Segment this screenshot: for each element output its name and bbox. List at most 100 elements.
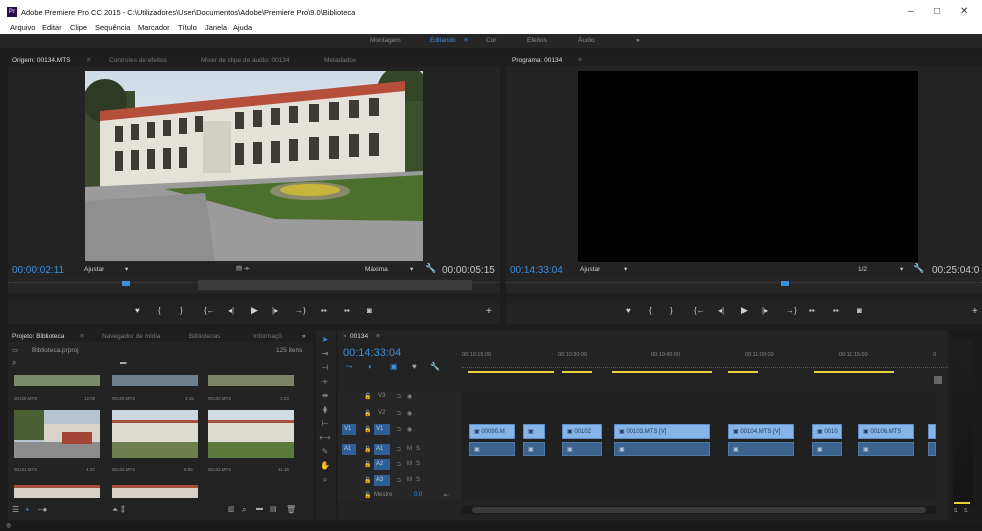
program-time-ruler[interactable] <box>506 278 982 293</box>
menu-ajuda[interactable]: Ajuda <box>233 23 252 32</box>
sync-lock-icon[interactable]: ⊐ <box>396 393 401 400</box>
thumbnail-00130[interactable] <box>208 375 294 386</box>
search-icon[interactable]: ⌕ <box>12 358 16 368</box>
lock-icon[interactable]: 🔓 <box>364 477 371 484</box>
workspace-menu-icon[interactable]: ≡ <box>464 37 468 44</box>
play-icon[interactable]: ▶ <box>251 305 258 316</box>
menu-editar[interactable]: Editar <box>42 23 62 32</box>
audio-clip[interactable]: ▣ <box>858 442 914 456</box>
sync-lock-icon[interactable]: ⊐ <box>396 410 401 417</box>
program-export-frame-icon[interactable]: ◙ <box>857 306 862 315</box>
workspace-audio[interactable]: Áudio <box>578 37 595 44</box>
find-icon[interactable]: ⌕ <box>242 505 246 515</box>
go-to-out-icon[interactable]: →} <box>295 306 306 315</box>
program-timecode-current[interactable]: 00:14:33:04 <box>510 265 563 276</box>
project-more-icon[interactable]: » <box>302 333 306 340</box>
program-add-button-icon[interactable]: + <box>972 306 978 317</box>
mark-in-icon[interactable]: { <box>158 306 161 315</box>
audio-clip[interactable]: ▣ <box>469 442 515 456</box>
source-menu-icon[interactable]: ≡ <box>87 57 91 64</box>
program-resolution-select[interactable]: 1/2 <box>858 266 867 273</box>
workspace-montagem[interactable]: Montagem <box>370 37 401 44</box>
timeline-tab[interactable]: 00134 <box>350 333 368 340</box>
workspace-cor[interactable]: Cor <box>486 37 496 44</box>
source-settings-wrench-icon[interactable]: 🔧 <box>425 263 436 274</box>
mute-button[interactable]: M <box>407 461 412 467</box>
add-marker-icon[interactable]: ♥ <box>135 306 140 315</box>
lock-icon[interactable]: 🔓 <box>364 492 371 499</box>
lock-icon[interactable]: 🔓 <box>364 393 371 400</box>
program-add-marker-icon[interactable]: ♥ <box>626 306 631 315</box>
solo-button[interactable]: S <box>416 477 420 483</box>
program-mark-in-icon[interactable]: { <box>649 306 652 315</box>
thumbnail-00135[interactable] <box>112 485 198 498</box>
video-clip[interactable]: ▣ 00104.MTS [V] <box>728 424 794 439</box>
track-select-tool-icon[interactable]: ⇥ <box>318 349 332 361</box>
thumbnail-00133[interactable] <box>208 410 294 458</box>
source-resolution-chevron-icon[interactable]: ▾ <box>410 265 413 273</box>
source-playhead[interactable] <box>122 281 130 286</box>
selection-tool-icon[interactable]: ➤ <box>318 335 332 347</box>
eye-icon[interactable]: ◉ <box>407 426 412 433</box>
source-time-ruler[interactable] <box>8 278 500 293</box>
lock-icon[interactable]: 🔓 <box>364 446 371 453</box>
overwrite-clip-icon[interactable]: ▪▪ <box>344 306 350 315</box>
solo-button[interactable]: S <box>416 446 420 452</box>
solo-button[interactable]: S <box>416 461 420 467</box>
slip-tool-icon[interactable]: ⊢ <box>318 419 332 431</box>
video-clip[interactable]: ▣ 00102 <box>562 424 602 439</box>
nest-icon[interactable]: ⤳ <box>346 362 352 372</box>
tab-media-browser[interactable]: Navegador de mídia <box>102 333 161 340</box>
source-add-button-icon[interactable]: + <box>486 306 492 317</box>
tab-effect-controls[interactable]: Controles de efeitos <box>109 57 167 64</box>
rolling-edit-tool-icon[interactable]: ⟛ <box>318 377 332 389</box>
audio-clip[interactable] <box>928 442 936 456</box>
track-target-v1[interactable]: V1 <box>374 424 390 435</box>
lock-icon[interactable]: 🔓 <box>364 426 371 433</box>
master-volume-value[interactable]: 0.0 <box>414 492 422 498</box>
audio-clip[interactable]: ▣ <box>812 442 842 456</box>
workspace-more-icon[interactable]: » <box>636 37 640 44</box>
audio-clip[interactable]: ▣ <box>728 442 794 456</box>
new-item-icon[interactable]: ▤ <box>270 505 277 513</box>
tab-project[interactable]: Projeto: Biblioteca <box>12 333 64 340</box>
minimize-button[interactable]: – <box>908 6 914 17</box>
track-target-a1[interactable]: A1 <box>374 444 390 455</box>
timeline-horizontal-scrollbar[interactable] <box>462 506 936 514</box>
voice-over-icon[interactable]: ⊐ <box>396 477 401 484</box>
solo-right-button[interactable]: S <box>964 508 967 514</box>
menu-clipe[interactable]: Clipe <box>70 23 87 32</box>
lift-icon[interactable]: ▪▪ <box>809 306 815 315</box>
video-clip[interactable] <box>928 424 936 439</box>
ripple-edit-tool-icon[interactable]: ⊣ <box>318 363 332 375</box>
video-clip[interactable]: ▣ 00090.M <box>469 424 515 439</box>
program-play-icon[interactable]: ▶ <box>741 305 748 316</box>
workspace-editando[interactable]: Editando <box>430 37 456 44</box>
menu-marcador[interactable]: Marcador <box>138 23 170 32</box>
timeline-menu-icon[interactable]: ≡ <box>376 333 380 340</box>
program-resolution-chevron-icon[interactable]: ▾ <box>900 265 903 273</box>
eye-icon[interactable]: ◉ <box>407 393 412 400</box>
timeline-timecode[interactable]: 00:14:33:04 <box>343 347 401 359</box>
zoom-slider[interactable]: –● <box>38 505 47 514</box>
timeline-scrollbar-thumb[interactable] <box>472 507 926 513</box>
thumbnail-00131[interactable] <box>14 410 100 458</box>
tab-metadata[interactable]: Metadados <box>324 57 356 64</box>
audio-clip[interactable]: ▣ <box>562 442 602 456</box>
razor-tool-icon[interactable]: ⧫ <box>318 405 332 417</box>
audio-clip[interactable]: ▣ <box>614 442 710 456</box>
project-menu-icon[interactable]: ≡ <box>80 333 84 340</box>
menu-arquivo[interactable]: Arquivo <box>10 23 35 32</box>
tab-source[interactable]: Origem: 00134.MTS <box>12 57 71 64</box>
sync-lock-icon[interactable]: ⊐ <box>396 426 401 433</box>
solo-left-button[interactable]: S <box>954 508 957 514</box>
source-resolution-select[interactable]: Máxima <box>365 266 388 273</box>
mute-button[interactable]: M <box>407 477 412 483</box>
program-step-forward-icon[interactable]: |▸ <box>762 306 768 315</box>
snap-icon[interactable]: ◐ <box>368 362 373 371</box>
source-fit-chevron-icon[interactable]: ▾ <box>125 265 128 273</box>
lock-icon[interactable]: 🔓 <box>364 410 371 417</box>
icon-view-icon[interactable]: ▪ <box>26 505 29 514</box>
thumbnail-00129[interactable] <box>112 375 198 386</box>
voice-over-icon[interactable]: ⊐ <box>396 461 401 468</box>
